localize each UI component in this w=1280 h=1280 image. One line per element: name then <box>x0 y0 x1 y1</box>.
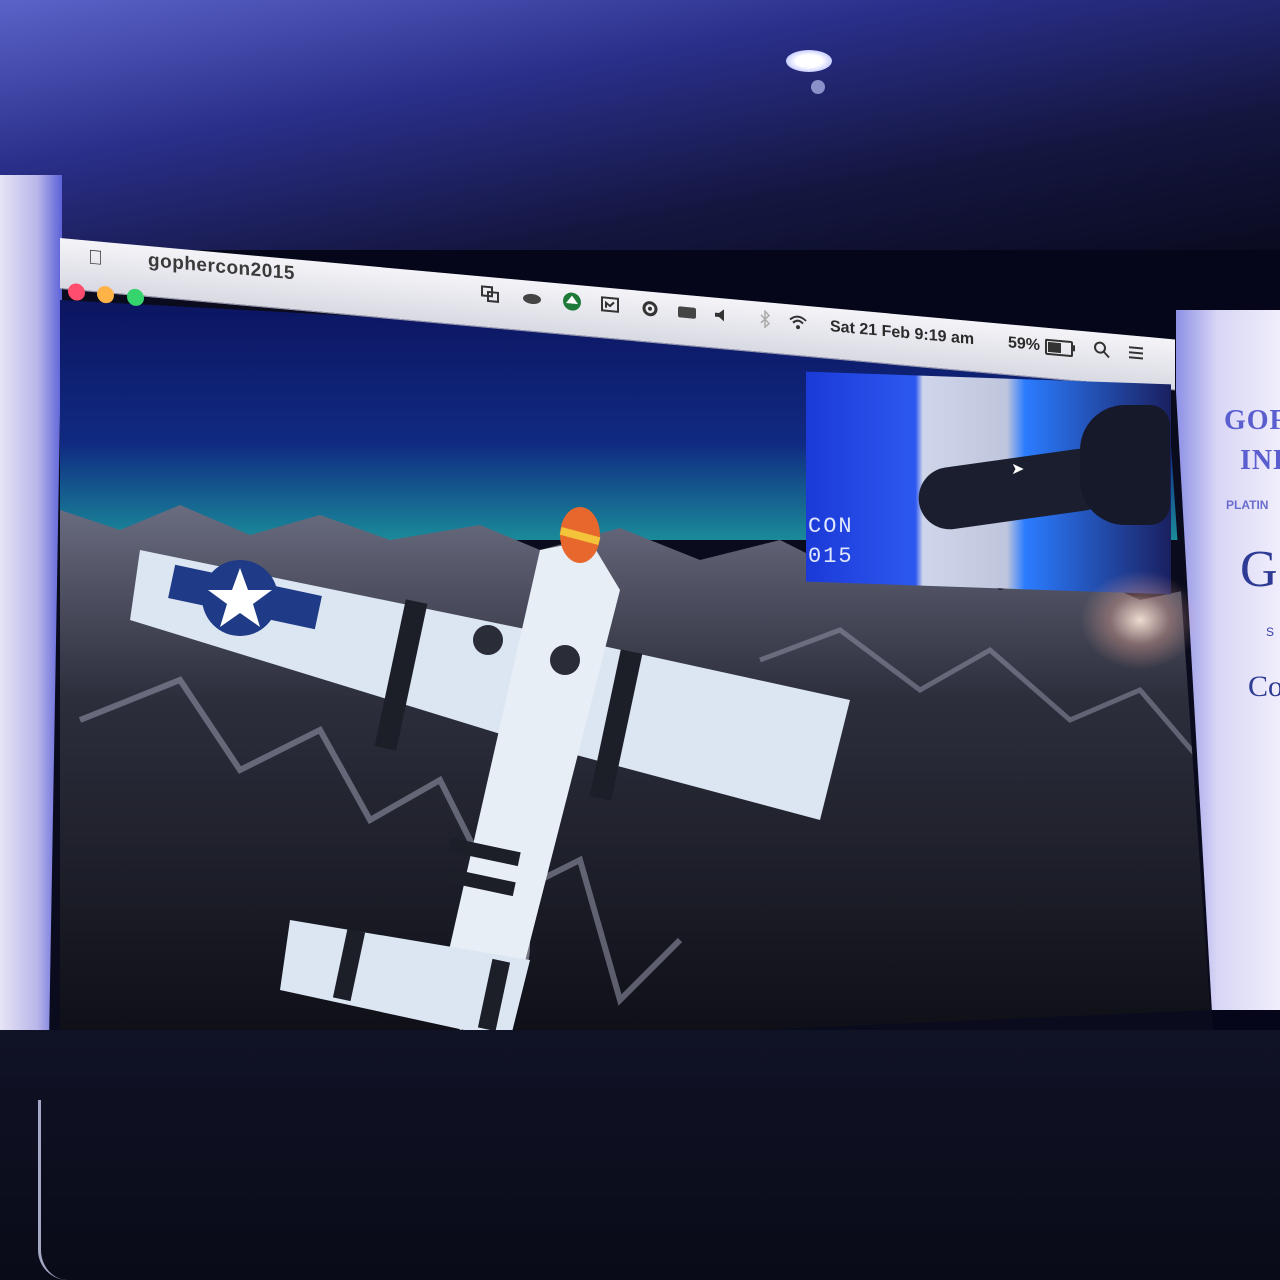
banner-line: S <box>1266 625 1275 639</box>
banner-line: G <box>1240 541 1278 598</box>
banner-line: Co <box>1248 670 1280 703</box>
wifi-icon[interactable] <box>788 312 808 332</box>
banner-line: GOF <box>1224 405 1280 436</box>
bluetooth-icon[interactable] <box>755 309 775 329</box>
presenter-head <box>1080 405 1170 525</box>
battery-icon[interactable] <box>1045 338 1073 358</box>
screen-share-icon[interactable] <box>480 284 500 304</box>
ceiling-light <box>786 50 832 72</box>
keyboard-icon[interactable] <box>677 302 697 322</box>
mouse-cursor-icon: ➤ <box>1011 461 1025 478</box>
webcam-text-line: CON <box>808 514 854 539</box>
webcam-overlay-text: CON 015 <box>808 512 854 572</box>
smoke-detector <box>811 80 825 94</box>
gear-icon[interactable] <box>640 299 660 319</box>
cloud-icon[interactable] <box>522 288 542 308</box>
webcam-text-line: 015 <box>808 544 854 569</box>
upload-icon[interactable] <box>562 292 582 312</box>
battery-tip <box>1072 345 1075 352</box>
ceiling <box>0 0 1280 250</box>
apple-icon[interactable]:  <box>88 247 103 271</box>
volume-icon[interactable] <box>712 305 732 325</box>
banner-line: PLATIN <box>1226 498 1269 512</box>
insignia-circle <box>473 625 503 655</box>
stage-light-glare <box>1080 570 1200 670</box>
menubar-clock[interactable]: Sat 21 Feb 9:19 am <box>830 318 974 349</box>
display-icon[interactable] <box>600 295 620 315</box>
list-icon[interactable] <box>1125 343 1145 363</box>
banner-line: IND <box>1240 445 1280 476</box>
floor-cable <box>38 1100 81 1280</box>
battery-fill <box>1048 341 1061 354</box>
search-icon[interactable] <box>1092 340 1112 360</box>
battery-percent[interactable]: 59% <box>1008 334 1040 355</box>
stage-floor <box>0 1030 1280 1280</box>
insignia-circle <box>550 645 580 675</box>
app-title[interactable]: gophercon2015 <box>148 250 295 285</box>
